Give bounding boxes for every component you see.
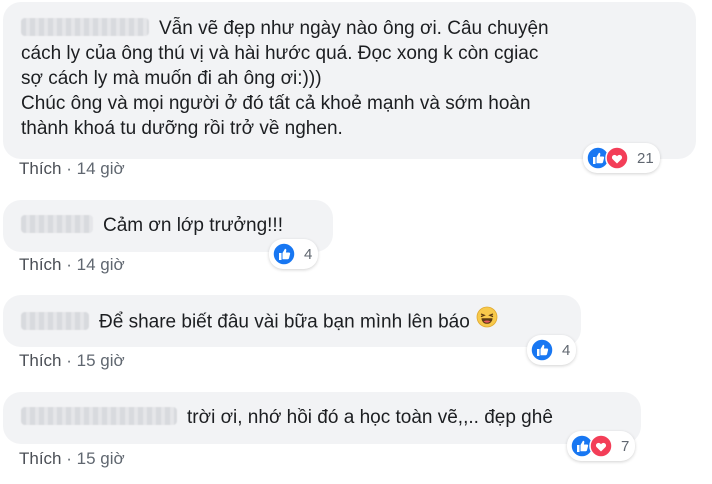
like-link[interactable]: Thích bbox=[19, 449, 62, 468]
comment-text: Vẫn vẽ đẹp như ngày nào ông ơi. Câu chuy… bbox=[21, 17, 549, 139]
comment-meta: Thích · 14 giờ bbox=[19, 255, 125, 275]
meta-separator: · bbox=[66, 159, 77, 178]
comment-meta: Thích · 15 giờ bbox=[19, 351, 125, 371]
like-icon bbox=[530, 338, 554, 362]
meta-separator: · bbox=[66, 449, 77, 468]
author-name-redacted[interactable] bbox=[21, 406, 177, 425]
comment-bubble: trời ơi, nhớ hồi đó a học toàn vẽ,,.. đẹ… bbox=[3, 392, 641, 444]
comment-meta: Thích · 14 giờ bbox=[19, 159, 125, 179]
like-link[interactable]: Thích bbox=[19, 159, 62, 178]
reaction-count: 4 bbox=[562, 341, 571, 359]
reaction-summary[interactable]: 4 bbox=[269, 239, 319, 269]
like-icon bbox=[272, 242, 296, 266]
comment-bubble: Để share biết đâu vài bữa bạn mình lên b… bbox=[3, 295, 581, 347]
reaction-count: 21 bbox=[637, 149, 654, 167]
comment-text: Để share biết đâu vài bữa bạn mình lên b… bbox=[99, 311, 470, 333]
reaction-summary[interactable]: 7 bbox=[567, 431, 636, 461]
comment-timestamp[interactable]: 15 giờ bbox=[77, 449, 125, 468]
comment-timestamp[interactable]: 15 giờ bbox=[77, 351, 125, 370]
reaction-count: 7 bbox=[621, 437, 630, 455]
comment-timestamp[interactable]: 14 giờ bbox=[77, 255, 125, 274]
comment-meta: Thích · 15 giờ bbox=[19, 449, 125, 469]
laughing-emoji-icon bbox=[476, 306, 498, 335]
author-name-redacted[interactable] bbox=[21, 17, 149, 36]
author-name-redacted[interactable] bbox=[21, 311, 89, 330]
meta-separator: · bbox=[66, 255, 77, 274]
comment-text: Cảm ơn lớp trưởng!!! bbox=[103, 215, 283, 236]
reaction-count: 4 bbox=[304, 245, 313, 263]
comment-timestamp[interactable]: 14 giờ bbox=[77, 159, 125, 178]
like-link[interactable]: Thích bbox=[19, 255, 62, 274]
comment-bubble: Vẫn vẽ đẹp như ngày nào ông ơi. Câu chuy… bbox=[3, 2, 696, 159]
heart-icon bbox=[589, 434, 613, 458]
author-name-redacted[interactable] bbox=[21, 214, 93, 233]
like-link[interactable]: Thích bbox=[19, 351, 62, 370]
meta-separator: · bbox=[66, 351, 77, 370]
reaction-summary[interactable]: 21 bbox=[583, 143, 660, 173]
reaction-summary[interactable]: 4 bbox=[527, 335, 577, 365]
heart-icon bbox=[605, 146, 629, 170]
comment-text: trời ơi, nhớ hồi đó a học toàn vẽ,,.. đẹ… bbox=[187, 407, 553, 428]
